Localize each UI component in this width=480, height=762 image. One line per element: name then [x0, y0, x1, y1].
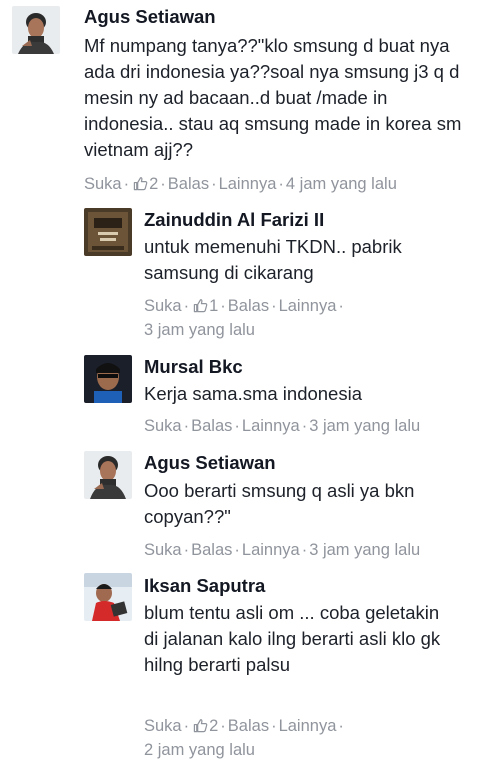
more-button[interactable]: Lainnya	[279, 297, 337, 315]
reply-button[interactable]: Balas	[228, 717, 269, 735]
more-button[interactable]: Lainnya	[279, 717, 337, 735]
like-button[interactable]: Suka	[144, 541, 182, 559]
avatar[interactable]	[12, 6, 60, 54]
avatar[interactable]	[84, 573, 132, 621]
comment-actions: Suka · 2 · Balas · Lainnya · 2 jam yang lalu	[144, 714, 394, 762]
comment-actions: Suka · Balas · Lainnya · 3 jam yang lalu	[144, 414, 474, 438]
separator: ·	[301, 541, 308, 559]
more-button[interactable]: Lainnya	[242, 417, 300, 435]
comment-text: Mf numpang tanya??"klo smsung d buat nya…	[84, 35, 462, 160]
comment-timestamp[interactable]: 3 jam yang lalu	[144, 321, 255, 339]
comment-actions: Suka · Balas · Lainnya · 3 jam yang lalu	[144, 538, 474, 562]
separator: ·	[234, 417, 240, 435]
separator: ·	[123, 175, 130, 193]
like-button[interactable]: Suka	[144, 417, 182, 435]
like-button[interactable]: Suka	[84, 175, 122, 193]
reply-button[interactable]: Balas	[228, 297, 269, 315]
like-button[interactable]: Suka	[144, 717, 182, 735]
comment-author[interactable]: Zainuddin Al Farizi II	[144, 209, 324, 231]
separator: ·	[183, 717, 190, 735]
separator: ·	[301, 417, 308, 435]
separator: ·	[338, 717, 344, 735]
avatar[interactable]	[84, 451, 132, 499]
separator: ·	[183, 297, 190, 315]
more-button[interactable]: Lainnya	[219, 175, 277, 193]
comment-text: blum tentu asli om ... coba geletakin di…	[144, 602, 441, 675]
comment-timestamp[interactable]: 3 jam yang lalu	[309, 541, 420, 559]
separator: ·	[160, 175, 166, 193]
separator: ·	[183, 541, 190, 559]
thumbs-up-icon	[133, 177, 148, 191]
separator: ·	[183, 417, 190, 435]
comment-author[interactable]: Mursal Bkc	[144, 356, 243, 378]
more-button[interactable]: Lainnya	[242, 541, 300, 559]
separator: ·	[338, 297, 344, 315]
separator: ·	[234, 541, 240, 559]
separator: ·	[271, 717, 277, 735]
like-button[interactable]: Suka	[144, 297, 182, 315]
like-count: 2	[191, 717, 218, 735]
comment-actions: Suka · 1 · Balas · Lainnya · 3 jam yang lalu	[144, 294, 394, 342]
avatar[interactable]	[84, 208, 132, 256]
reply-button[interactable]: Balas	[168, 175, 209, 193]
comment-timestamp[interactable]: 3 jam yang lalu	[309, 417, 420, 435]
separator: ·	[220, 717, 226, 735]
thumbs-up-icon	[193, 299, 208, 313]
comment-author[interactable]: Iksan Saputra	[144, 575, 265, 597]
comment-text: Kerja sama.sma indonesia	[144, 383, 362, 404]
comment-author[interactable]: Agus Setiawan	[84, 6, 216, 28]
avatar[interactable]	[84, 355, 132, 403]
like-count: 1	[191, 297, 218, 315]
thumbs-up-icon	[193, 719, 208, 733]
comment-actions: Suka · 2 · Balas · Lainnya · 4 jam yang lalu	[84, 172, 474, 196]
like-count: 2	[131, 175, 158, 193]
reply-button[interactable]: Balas	[191, 541, 232, 559]
separator: ·	[278, 175, 284, 193]
separator: ·	[211, 175, 217, 193]
comment-timestamp[interactable]: 2 jam yang lalu	[144, 741, 255, 759]
separator: ·	[271, 297, 277, 315]
comment-author[interactable]: Agus Setiawan	[144, 452, 276, 474]
reply-button[interactable]: Balas	[191, 417, 232, 435]
comment-text: Ooo berarti smsung q asli ya bkn copyan?…	[144, 480, 415, 527]
separator: ·	[220, 297, 226, 315]
comment-text: untuk memenuhi TKDN.. pabrik samsung di …	[144, 236, 402, 283]
comment-timestamp[interactable]: 4 jam yang lalu	[286, 175, 397, 193]
